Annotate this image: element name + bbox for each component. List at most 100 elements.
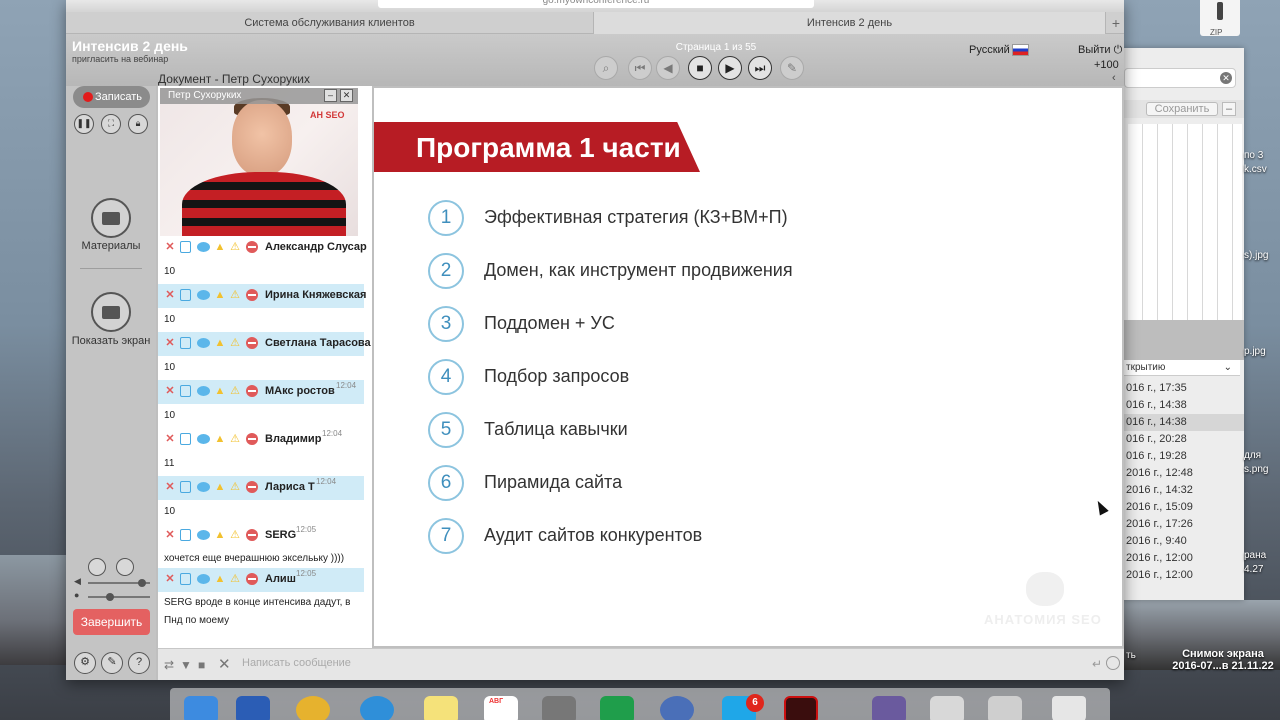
presenter-video[interactable]: АН SEO Петр Сухоруких – ✕ [160,88,358,236]
delete-message-icon[interactable]: ✕ [164,433,176,445]
file-date-row[interactable]: 2016 г., 9:40 [1120,533,1244,550]
chat-author[interactable]: Александр Слусар [265,241,367,253]
word-icon[interactable] [236,696,270,720]
reply-bubble-icon[interactable] [197,290,210,300]
chat-author[interactable]: Лариса Т [265,481,315,493]
reply-bubble-icon[interactable] [197,482,210,492]
trash-icon[interactable] [1052,696,1086,720]
notify-bell-icon[interactable]: ▲ [214,481,226,493]
copy-message-icon[interactable] [180,433,191,445]
file-date-row[interactable]: 016 г., 17:35 [1120,380,1244,397]
warning-icon[interactable]: ⚠ [229,433,241,445]
notify-bell-icon[interactable]: ▲ [214,433,226,445]
lock-icon[interactable]: 🔒︎ [128,114,148,134]
warning-icon[interactable]: ⚠ [229,241,241,253]
reply-bubble-icon[interactable] [197,386,210,396]
emoji-icon[interactable] [1106,656,1120,670]
minus-icon[interactable]: – [1222,102,1236,116]
acrobat-icon[interactable] [784,696,818,720]
notify-bell-icon[interactable]: ▲ [214,337,226,349]
chat-author[interactable]: Владимир [265,433,321,445]
tab-intensive-day-2[interactable]: Интенсив 2 день [594,12,1106,34]
microphone-icon[interactable] [116,558,134,576]
notify-bell-icon[interactable]: ▲ [214,573,226,585]
last-page-icon[interactable]: ⏭ [748,56,772,80]
block-user-icon[interactable] [246,289,258,301]
materials-button[interactable] [91,198,131,238]
system-preferences-icon[interactable] [542,696,576,720]
play-icon[interactable]: ▶ [718,56,742,80]
send-icon[interactable]: ↵ [1092,657,1102,671]
copy-message-icon[interactable] [180,241,191,253]
warning-icon[interactable]: ⚠ [229,529,241,541]
block-user-icon[interactable] [246,481,258,493]
file-date-row[interactable]: 016 г., 19:28 [1120,448,1244,465]
notify-bell-icon[interactable]: ▲ [214,289,226,301]
chat-author[interactable]: SERG [265,529,296,541]
filter-icon[interactable]: ▼ [180,658,192,672]
mic-slider[interactable] [88,593,150,601]
mic-knob[interactable] [106,593,114,601]
file-date-row[interactable]: 016 г., 14:38 [1120,397,1244,414]
notes-icon[interactable] [424,696,458,720]
folder-stack-icon[interactable] [988,696,1022,720]
stop-icon[interactable]: ■ [688,56,712,80]
zip-file-icon[interactable]: ZIP [1200,0,1240,42]
copy-message-icon[interactable] [180,573,191,585]
help-icon[interactable]: ? [128,652,150,674]
fullscreen-icon[interactable]: ⛶ [101,114,121,134]
tools-icon[interactable]: ✎ [101,652,123,674]
screenshot-file-label[interactable]: Снимок экрана 2016-07...в 21.11.22 [1168,648,1278,672]
exit-button[interactable]: Выйти ⏻ [1078,44,1122,57]
block-user-icon[interactable] [246,337,258,349]
show-screen-button[interactable] [91,292,131,332]
collapse-arrow-icon[interactable]: ‹ [1112,72,1116,84]
network-icon[interactable] [660,696,694,720]
pause-icon[interactable]: ❚❚ [74,114,94,134]
background-window[interactable]: ✕ Сохранить – ткрытию ⌄ 016 г., 17:35 01… [1120,48,1244,600]
delete-message-icon[interactable]: ✕ [164,385,176,397]
clear-search-icon[interactable]: ✕ [1220,72,1232,84]
clear-chat-icon[interactable]: ✕ [218,655,231,673]
block-user-icon[interactable] [246,529,258,541]
reply-bubble-icon[interactable] [197,242,210,252]
block-user-icon[interactable] [246,241,258,253]
end-webinar-button[interactable]: Завершить [73,609,150,635]
volume-slider[interactable] [88,579,150,587]
file-date-row[interactable]: 016 г., 20:28 [1120,431,1244,448]
reply-bubble-icon[interactable] [197,574,210,584]
delete-message-icon[interactable]: ✕ [164,241,176,253]
reply-bubble-icon[interactable] [197,434,210,444]
notify-bell-icon[interactable]: ▲ [214,385,226,397]
file-date-row[interactable]: 2016 г., 12:00 [1120,567,1244,584]
copy-message-icon[interactable] [180,385,191,397]
settings-icon[interactable]: ⚙︎ [74,652,96,674]
volume-knob[interactable] [138,579,146,587]
language-selector[interactable]: Русский [969,44,1010,56]
reply-bubble-icon[interactable] [197,338,210,348]
chrome-icon[interactable] [296,696,330,720]
skype-icon[interactable]: 6 [722,694,764,720]
block-user-icon[interactable] [246,433,258,445]
file-date-row[interactable]: 2016 г., 14:32 [1120,482,1244,499]
message-input[interactable]: Написать сообщение [242,657,351,669]
delete-message-icon[interactable]: ✕ [164,573,176,585]
chat-author[interactable]: Светлана Тарасова [265,337,371,349]
chat-author[interactable]: МАкс ростов [265,385,335,397]
sort-dropdown[interactable]: ткрытию ⌄ [1124,360,1240,376]
notify-bell-icon[interactable]: ▲ [214,241,226,253]
background-search-field[interactable]: ✕ [1124,68,1236,88]
new-tab-icon[interactable]: + [1112,15,1120,31]
swap-icon[interactable]: ⇄ [164,658,174,672]
delete-message-icon[interactable]: ✕ [164,481,176,493]
file-date-row[interactable]: 2016 г., 12:00 [1120,550,1244,567]
minimize-video-icon[interactable]: – [324,89,337,102]
copy-message-icon[interactable] [180,289,191,301]
copy-message-icon[interactable] [180,529,191,541]
search-icon[interactable]: ⌕ [594,56,618,80]
calendar-icon[interactable]: АВГ [484,696,518,720]
delete-message-icon[interactable]: ✕ [164,337,176,349]
excel-icon[interactable] [600,696,634,720]
file-date-row[interactable]: 2016 г., 12:48 [1120,465,1244,482]
first-page-icon[interactable]: ⏮ [628,56,652,80]
